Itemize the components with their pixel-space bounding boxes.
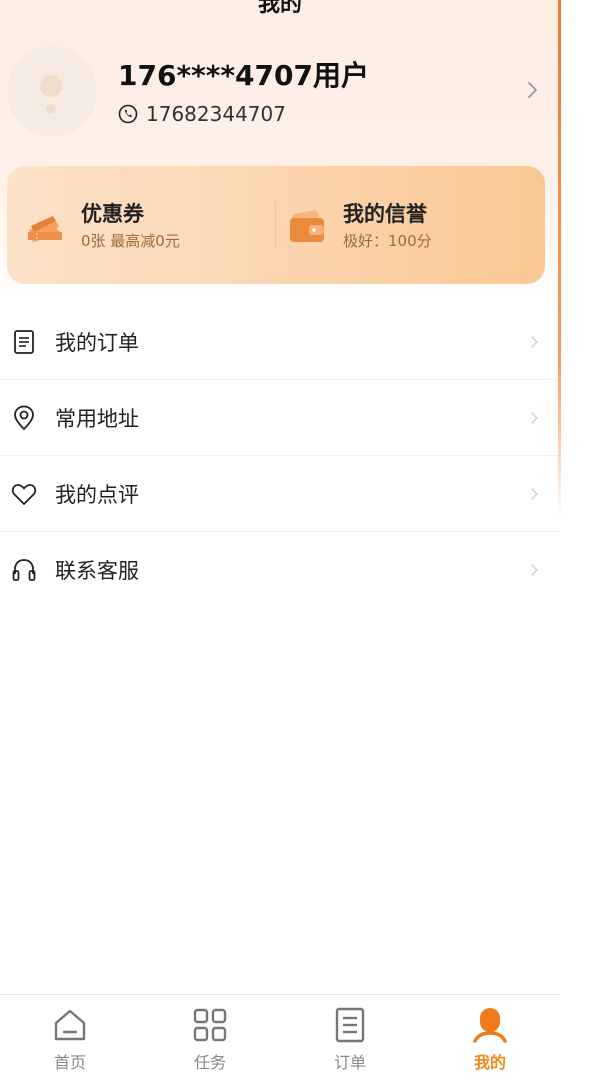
chevron-right-icon: [531, 564, 538, 576]
avatar-placeholder-body: [46, 104, 56, 114]
menu-list: 我的订单 常用地址 我的点评 联系客服: [0, 304, 560, 608]
tab-label: 我的: [473, 1053, 506, 1072]
menu-label: 联系客服: [55, 559, 139, 583]
home-icon: [54, 1009, 86, 1041]
menu-item-my-reviews[interactable]: 我的点评: [0, 456, 560, 532]
menu-label: 我的点评: [55, 482, 139, 507]
menu-item-customer-service[interactable]: 联系客服: [0, 532, 560, 608]
username[interactable]: 176****4707用户: [118, 54, 369, 94]
chevron-right-icon: [531, 487, 538, 500]
menu-label: 常用地址: [55, 406, 139, 431]
phone-row: 17682344707: [118, 102, 286, 126]
bottom-tab-bar: 首页 任务 订单 我的: [0, 994, 560, 1080]
benefits-card: 优惠券 0张 最高减0元 我的信誉 极好：100分: [7, 166, 545, 284]
chevron-right-icon: [531, 335, 538, 348]
menu-label: 我的订单: [55, 330, 139, 355]
tab-label: 订单: [333, 1053, 366, 1072]
tab-label: 首页: [53, 1053, 86, 1072]
phone-number: 17682344707: [146, 102, 286, 126]
location-pin-icon: [14, 405, 34, 430]
coupon-entry[interactable]: 优惠券 0张 最高减0元: [25, 196, 180, 256]
document-icon: [335, 1007, 365, 1043]
credit-subtitle: 极好：100分: [343, 232, 432, 250]
page-title: 我的: [257, 0, 302, 17]
headset-icon: [12, 559, 36, 581]
screen: 我的 176****4707用户 17682344707 优惠券 0张 最高减0…: [0, 0, 560, 1080]
coupon-title: 优惠券: [81, 202, 144, 226]
credit-entry[interactable]: 我的信誉 极好：100分: [287, 196, 432, 256]
side-panel-edge: [560, 0, 607, 1080]
card-divider: [275, 201, 276, 249]
chevron-right-icon: [531, 411, 538, 424]
grid-icon: [193, 1008, 227, 1042]
tab-label: 任务: [193, 1053, 226, 1072]
wallet-icon: [290, 210, 324, 242]
avatar[interactable]: [7, 46, 97, 136]
coupon-subtitle: 0张 最高减0元: [81, 232, 180, 250]
coupon-ticket-icon: [28, 216, 62, 242]
tab-orders[interactable]: 订单: [280, 995, 420, 1080]
menu-item-my-orders[interactable]: 我的订单: [0, 304, 560, 380]
tab-tasks[interactable]: 任务: [140, 995, 280, 1080]
side-panel-accent-line: [558, 0, 561, 520]
tab-home[interactable]: 首页: [0, 995, 140, 1080]
heart-icon: [11, 483, 37, 505]
profile-chevron-right-icon[interactable]: [526, 78, 540, 102]
avatar-placeholder-head: [40, 75, 62, 97]
document-icon: [14, 329, 34, 354]
menu-item-addresses[interactable]: 常用地址: [0, 380, 560, 456]
person-icon: [473, 1008, 507, 1043]
phone-icon: [118, 104, 138, 124]
credit-title: 我的信誉: [343, 202, 427, 226]
tab-mine[interactable]: 我的: [420, 995, 560, 1080]
